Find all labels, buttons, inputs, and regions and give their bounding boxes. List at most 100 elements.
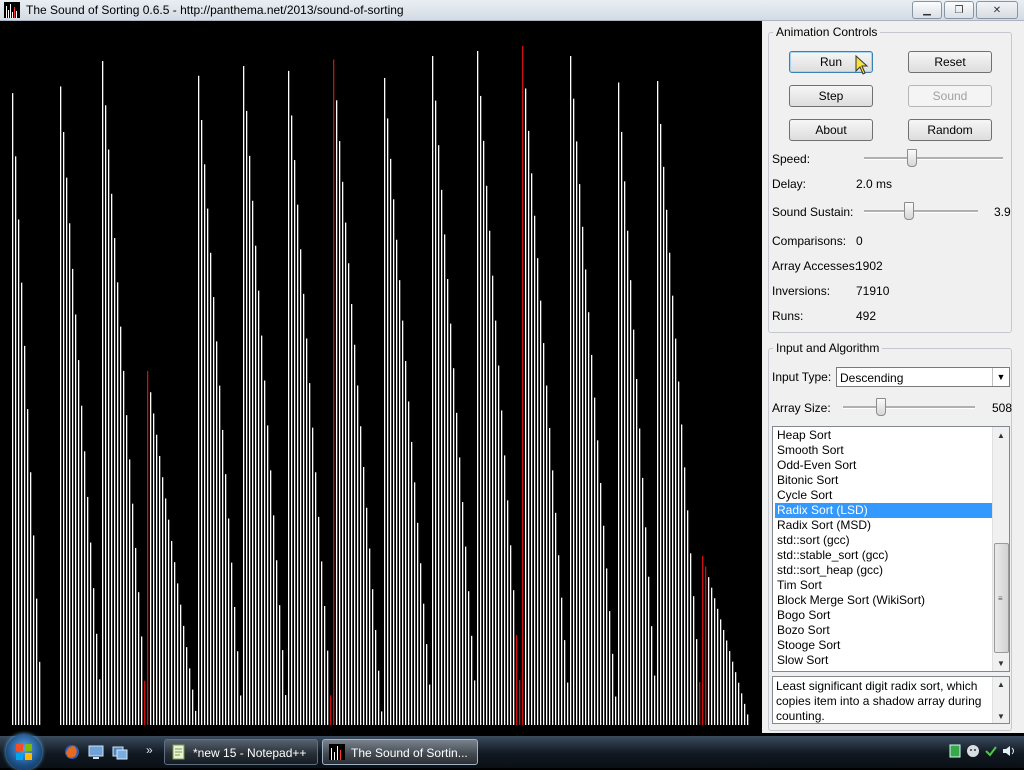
input-type-select[interactable]: Descending ▼ bbox=[836, 367, 1010, 387]
array-bar bbox=[321, 561, 323, 725]
start-button[interactable] bbox=[6, 734, 42, 770]
list-item[interactable]: Bogo Sort bbox=[775, 608, 995, 623]
scroll-down-icon[interactable]: ▼ bbox=[993, 709, 1009, 723]
array-bar bbox=[585, 269, 587, 725]
about-button[interactable]: About bbox=[789, 119, 873, 141]
algorithm-list-scrollbar[interactable]: ▲ ≡ ▼ bbox=[992, 427, 1009, 671]
array-size-slider[interactable] bbox=[843, 397, 975, 417]
array-bar bbox=[582, 226, 584, 725]
sound-button[interactable]: Sound bbox=[908, 85, 992, 107]
random-button[interactable]: Random bbox=[908, 119, 992, 141]
sound-sustain-value: 3.9 bbox=[994, 205, 1011, 219]
array-bar bbox=[699, 682, 701, 725]
array-bar bbox=[120, 326, 122, 725]
volume-icon[interactable] bbox=[1002, 744, 1016, 758]
scrollbar-thumb[interactable]: ≡ bbox=[994, 543, 1009, 653]
array-bar bbox=[384, 77, 386, 725]
array-bar bbox=[342, 181, 344, 726]
array-bar bbox=[558, 555, 560, 725]
array-bar bbox=[618, 82, 620, 726]
array-bar bbox=[447, 279, 449, 725]
array-bar bbox=[534, 215, 536, 725]
maximize-button[interactable]: ❐ bbox=[944, 1, 974, 19]
show-desktop-icon[interactable] bbox=[88, 744, 104, 760]
array-bar bbox=[267, 425, 269, 725]
list-item[interactable]: std::sort_heap (gcc) bbox=[775, 563, 995, 578]
taskbar: » *new 15 - Notepad++ The Sound of Sorti… bbox=[0, 734, 1024, 770]
list-item[interactable]: std::stable_sort (gcc) bbox=[775, 548, 995, 563]
list-item[interactable]: Bozo Sort bbox=[775, 623, 995, 638]
array-bars bbox=[12, 46, 749, 726]
list-item[interactable]: Smooth Sort bbox=[775, 443, 995, 458]
array-bar bbox=[105, 105, 107, 726]
list-item[interactable]: Bitonic Sort bbox=[775, 473, 995, 488]
array-bar bbox=[369, 548, 371, 725]
list-item[interactable]: Block Merge Sort (WikiSort) bbox=[775, 593, 995, 608]
array-bar bbox=[738, 682, 740, 725]
array-bar bbox=[192, 689, 194, 725]
array-bar bbox=[237, 651, 239, 725]
array-bar bbox=[729, 651, 731, 725]
taskbar-item-notepad[interactable]: *new 15 - Notepad++ bbox=[164, 739, 318, 765]
array-bar bbox=[108, 149, 110, 726]
algorithm-list[interactable]: Slow Sort Stooge Sort Bozo Sort Bogo Sort Bl… bbox=[772, 426, 1010, 672]
array-bar bbox=[474, 680, 476, 725]
inversions-label: Inversions: bbox=[772, 284, 831, 298]
list-item[interactable]: Heap Sort bbox=[775, 428, 995, 443]
array-bar bbox=[531, 173, 533, 725]
scroll-up-icon[interactable]: ▲ bbox=[993, 677, 1009, 691]
array-bar bbox=[402, 320, 404, 725]
list-item[interactable]: Slow Sort bbox=[775, 653, 995, 668]
array-bar bbox=[63, 132, 65, 726]
array-bar bbox=[282, 650, 284, 725]
array-size-slider-thumb[interactable] bbox=[876, 398, 886, 416]
array-bar bbox=[252, 200, 254, 725]
safely-remove-icon[interactable] bbox=[984, 744, 998, 758]
array-bar bbox=[411, 441, 413, 725]
minimize-button[interactable]: ▁ bbox=[912, 1, 942, 19]
close-button[interactable]: ✕ bbox=[976, 1, 1018, 19]
list-item[interactable]: std::sort (gcc) bbox=[775, 533, 995, 548]
array-bar bbox=[333, 59, 335, 725]
sustain-slider-thumb[interactable] bbox=[904, 202, 914, 220]
input-type-label: Input Type: bbox=[772, 370, 832, 384]
array-bar bbox=[519, 680, 521, 725]
maximize-icon: ❐ bbox=[954, 4, 964, 16]
sound-sustain-slider[interactable] bbox=[864, 201, 978, 221]
taskbar-item-sound-of-sorting[interactable]: The Sound of Sortin... bbox=[322, 739, 478, 765]
chevron-down-icon[interactable]: ▼ bbox=[992, 368, 1009, 386]
list-item[interactable]: Tim Sort bbox=[775, 578, 995, 593]
array-bar bbox=[69, 223, 71, 725]
array-bar bbox=[564, 640, 566, 725]
list-item[interactable]: Radix Sort (MSD) bbox=[775, 518, 995, 533]
speed-slider-track bbox=[864, 157, 1003, 160]
array-bar bbox=[12, 93, 14, 725]
array-bar bbox=[330, 695, 332, 725]
reset-button[interactable]: Reset bbox=[908, 51, 992, 73]
array-bar bbox=[15, 156, 17, 725]
array-bar bbox=[291, 115, 293, 725]
speed-slider-thumb[interactable] bbox=[907, 149, 917, 167]
array-bar bbox=[18, 219, 20, 725]
step-button[interactable]: Step bbox=[789, 85, 873, 107]
speed-slider[interactable] bbox=[864, 148, 1003, 168]
messenger-icon[interactable] bbox=[966, 744, 980, 758]
description-scrollbar[interactable]: ▲ ▼ bbox=[992, 677, 1009, 723]
list-item[interactable]: Stooge Sort bbox=[775, 638, 995, 653]
list-item[interactable]: Odd-Even Sort bbox=[775, 458, 995, 473]
array-bar bbox=[219, 385, 221, 725]
scroll-down-icon[interactable]: ▼ bbox=[993, 655, 1009, 671]
array-bar bbox=[198, 75, 200, 725]
array-bar bbox=[372, 589, 374, 725]
array-bar bbox=[390, 158, 392, 726]
firefox-icon[interactable] bbox=[64, 744, 80, 760]
list-item[interactable]: Radix Sort (LSD) bbox=[775, 503, 995, 518]
list-item[interactable]: Cycle Sort bbox=[775, 488, 995, 503]
scroll-up-icon[interactable]: ▲ bbox=[993, 427, 1009, 443]
array-bar bbox=[537, 258, 539, 725]
network-icon[interactable] bbox=[948, 744, 962, 758]
switch-windows-icon[interactable] bbox=[112, 744, 128, 760]
array-bar bbox=[204, 164, 206, 726]
array-bar bbox=[279, 605, 281, 725]
chevron-right-icon[interactable]: » bbox=[146, 743, 153, 757]
